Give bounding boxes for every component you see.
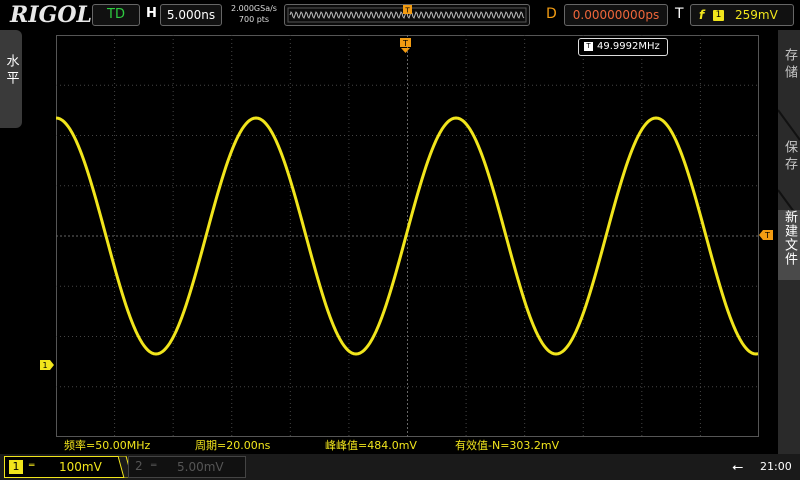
channel2-number: 2: [135, 459, 143, 473]
trigger-position-marker[interactable]: T: [400, 38, 411, 54]
measurement-frequency: 频率=50.00MHz: [64, 439, 151, 452]
horizontal-menu-tab[interactable]: 水平: [0, 30, 22, 128]
frequency-value: 49.9992MHz: [597, 41, 660, 52]
softkey-menu: 存储 保存 新建文件: [778, 30, 800, 454]
frequency-counter: T 49.9992MHz: [578, 38, 668, 56]
horizontal-menu-label: 水平: [3, 54, 19, 88]
trigger-counter-icon: T: [584, 42, 593, 51]
channel1-tab[interactable]: 1 ═ 100mV: [4, 456, 126, 478]
trigger-level-marker[interactable]: T: [759, 230, 773, 240]
channel2-scale: 5.00mV: [177, 460, 224, 474]
softkey-save[interactable]: 保存: [778, 140, 800, 180]
softkey-storage[interactable]: 存储: [778, 48, 800, 88]
brand-logo: RIGOL: [10, 2, 92, 28]
svg-text:T: T: [402, 39, 408, 48]
measurement-peak-to-peak: 峰峰值=484.0mV: [325, 439, 417, 452]
horizontal-label: H: [146, 6, 157, 21]
trigger-label: T: [675, 6, 684, 22]
svg-text:T: T: [404, 7, 410, 15]
channel1-offset-marker[interactable]: 1: [40, 360, 54, 370]
measurement-rms: 有效值-N=303.2mV: [455, 439, 560, 452]
channel1-number: 1: [9, 460, 23, 474]
timebase-value[interactable]: 5.000ns: [160, 4, 222, 26]
softkey-new-file-label: 新建文件: [782, 210, 797, 266]
channel1-scale: 100mV: [59, 460, 102, 474]
memory-depth: 700 pts: [238, 15, 270, 24]
softkey-save-label: 保存: [782, 140, 797, 174]
svg-text:T: T: [764, 231, 770, 240]
usb-icon: ⭠: [732, 459, 744, 475]
svg-text:1: 1: [42, 361, 47, 370]
top-status-bar: RIGOL TD H 5.000ns 2.000GSa/s 700 pts T …: [0, 0, 800, 30]
sample-rate: 2.000GSa/s: [231, 4, 277, 13]
dc-coupling-icon: ═: [29, 461, 35, 471]
dc-coupling-icon: ═: [151, 461, 157, 471]
memory-waveform-icon: T: [287, 5, 527, 23]
trigger-settings[interactable]: f 1 259mV: [690, 4, 794, 26]
trigger-source-badge: 1: [713, 10, 724, 21]
clock: 21:00: [760, 460, 792, 473]
delay-value[interactable]: 0.00000000ps: [564, 4, 668, 26]
softkey-storage-label: 存储: [782, 48, 797, 82]
trigger-slope-icon: f: [699, 8, 705, 22]
measurement-period: 周期=20.00ns: [195, 439, 271, 452]
delay-label: D: [546, 6, 557, 22]
memory-overview-window[interactable]: T: [284, 4, 530, 26]
sample-rate-info: 2.000GSa/s 700 pts: [226, 3, 282, 25]
trigger-level: 259mV: [735, 8, 778, 22]
run-status-button[interactable]: TD: [92, 4, 140, 26]
softkey-new-file[interactable]: 新建文件: [778, 210, 800, 280]
waveform-display[interactable]: [56, 35, 759, 437]
channel2-tab[interactable]: 2 ═ 5.00mV: [128, 456, 246, 478]
